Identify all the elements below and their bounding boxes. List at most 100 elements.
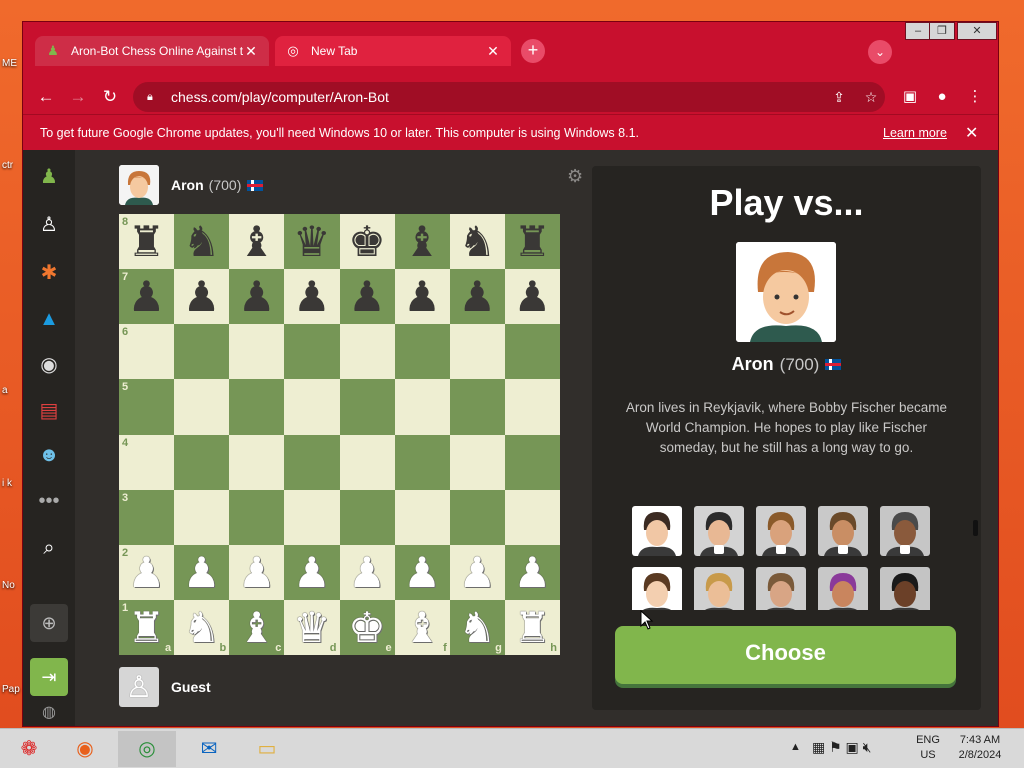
news-icon[interactable]: ▤ [36, 398, 62, 424]
chess-logo-icon[interactable]: ♟ [36, 164, 62, 190]
address-bar[interactable]: 🔒︎ chess.com/play/computer/Aron-Bot ⇪ ☆ [133, 82, 885, 112]
black-piece[interactable]: ♟ [229, 269, 284, 324]
bot-thumbnail[interactable] [694, 567, 744, 610]
board-square-h6[interactable] [504, 324, 560, 380]
globe-icon[interactable]: ◍ [36, 700, 62, 726]
black-piece[interactable]: ♞ [450, 214, 505, 269]
chrome-icon[interactable]: ◎ [118, 731, 176, 767]
tray-arrow-icon[interactable]: ▲ [790, 741, 801, 753]
menu-icon[interactable]: ⋮ [963, 85, 987, 109]
board-square-d5[interactable] [284, 379, 340, 435]
white-piece[interactable]: ♟ [284, 545, 339, 600]
firefox-icon[interactable]: ◉ [56, 731, 114, 767]
share-icon[interactable]: ⇪ [827, 82, 851, 112]
bot-thumbnail[interactable] [756, 506, 806, 556]
watch-icon[interactable]: ◉ [36, 352, 62, 378]
board-square-e7[interactable]: ♟ [339, 269, 395, 325]
start-button[interactable]: ❁ [0, 731, 58, 767]
learn-icon[interactable]: ▲ [36, 306, 62, 332]
board-square-f8[interactable]: ♝ [394, 214, 450, 270]
black-piece[interactable]: ♝ [395, 214, 450, 269]
board-square-e3[interactable] [339, 489, 395, 545]
board-square-d3[interactable] [284, 489, 340, 545]
player-name[interactable]: Aron [171, 177, 204, 193]
bot-thumbnail[interactable] [756, 567, 806, 610]
board-square-a8[interactable]: ♜ 8 [119, 214, 175, 270]
board-square-h7[interactable]: ♟ [504, 269, 560, 325]
board-square-h5[interactable] [504, 379, 560, 435]
close-icon[interactable]: ✕ [485, 43, 501, 60]
board-square-c8[interactable]: ♝ [229, 214, 285, 270]
board-square-a4[interactable]: 4 [119, 434, 175, 490]
close-icon[interactable]: ✕ [243, 43, 259, 60]
black-piece[interactable]: ♟ [174, 269, 229, 324]
black-piece[interactable]: ♟ [395, 269, 450, 324]
board-square-f2[interactable]: ♟ [394, 544, 450, 600]
minimize-button[interactable]: – [905, 22, 931, 40]
board-square-h8[interactable]: ♜ [504, 214, 560, 270]
tab-search-button[interactable]: ⌄ [868, 40, 892, 64]
play-icon[interactable]: ♙ [36, 212, 62, 238]
black-piece[interactable]: ♝ [229, 214, 284, 269]
close-icon[interactable]: ✕ [965, 123, 978, 143]
board-square-d6[interactable] [284, 324, 340, 380]
clock[interactable]: 7:43 AM 2/8/2024 [950, 734, 1010, 761]
board-square-c1[interactable]: ♝ c [229, 599, 285, 655]
scrollbar-thumb[interactable] [973, 520, 978, 536]
board-square-d8[interactable]: ♛ [284, 214, 340, 270]
tab-new-tab[interactable]: ◎ New Tab ✕ [275, 36, 511, 66]
board-square-c3[interactable] [229, 489, 285, 545]
board-square-h2[interactable]: ♟ [504, 544, 560, 600]
new-tab-button[interactable]: + [521, 39, 545, 63]
white-piece[interactable]: ♝ [395, 600, 450, 655]
desktop-icon[interactable]: a [2, 385, 8, 396]
board-square-e1[interactable]: ♚ e [339, 599, 395, 655]
black-piece[interactable]: ♟ [450, 269, 505, 324]
board-square-b1[interactable]: ♞ b [174, 599, 230, 655]
board-square-c6[interactable] [229, 324, 285, 380]
avatar[interactable] [119, 165, 159, 205]
board-square-a6[interactable]: 6 [119, 324, 175, 380]
board-square-c2[interactable]: ♟ [229, 544, 285, 600]
board-square-b4[interactable] [174, 434, 230, 490]
board-square-g6[interactable] [449, 324, 505, 380]
board-square-g3[interactable] [449, 489, 505, 545]
bot-thumbnail[interactable] [818, 506, 868, 556]
board-square-b5[interactable] [174, 379, 230, 435]
player-name[interactable]: Guest [171, 679, 211, 695]
login-icon[interactable]: ⇥ [30, 658, 68, 696]
language-indicator[interactable]: ENG US [910, 734, 946, 761]
board-square-b2[interactable]: ♟ [174, 544, 230, 600]
board-square-e8[interactable]: ♚ [339, 214, 395, 270]
board-square-c5[interactable] [229, 379, 285, 435]
forward-arrow-icon[interactable]: → [66, 85, 90, 109]
outlook-icon[interactable]: ✉ [180, 731, 238, 767]
board-square-a1[interactable]: ♜ 1 a [119, 599, 175, 655]
board-square-f5[interactable] [394, 379, 450, 435]
bot-thumbnail[interactable] [694, 506, 744, 556]
white-piece[interactable]: ♟ [229, 545, 284, 600]
puzzle-icon[interactable]: ✱ [36, 260, 62, 286]
board-square-g8[interactable]: ♞ [449, 214, 505, 270]
board-square-g1[interactable]: ♞ g [449, 599, 505, 655]
star-icon[interactable]: ☆ [859, 82, 883, 112]
board-square-d7[interactable]: ♟ [284, 269, 340, 325]
add-friend-icon[interactable]: ⊕ [30, 604, 68, 642]
board-square-f4[interactable] [394, 434, 450, 490]
file-explorer-icon[interactable]: ▭ [238, 731, 296, 767]
board-square-a5[interactable]: 5 [119, 379, 175, 435]
board-square-e6[interactable] [339, 324, 395, 380]
desktop-icon[interactable]: No [2, 580, 15, 591]
bot-thumbnail[interactable] [818, 567, 868, 610]
black-piece[interactable]: ♞ [174, 214, 229, 269]
board-square-a7[interactable]: ♟ 7 [119, 269, 175, 325]
desktop-icon[interactable]: Pap [2, 684, 20, 695]
white-piece[interactable]: ♟ [174, 545, 229, 600]
desktop-icon[interactable]: ME [2, 58, 17, 69]
maximize-button[interactable]: ❐ [929, 22, 955, 40]
board-square-g4[interactable] [449, 434, 505, 490]
board-square-d4[interactable] [284, 434, 340, 490]
avatar[interactable]: ♙ [119, 667, 159, 707]
side-panel-icon[interactable]: ▣ [898, 85, 922, 109]
board-square-f1[interactable]: ♝ f [394, 599, 450, 655]
